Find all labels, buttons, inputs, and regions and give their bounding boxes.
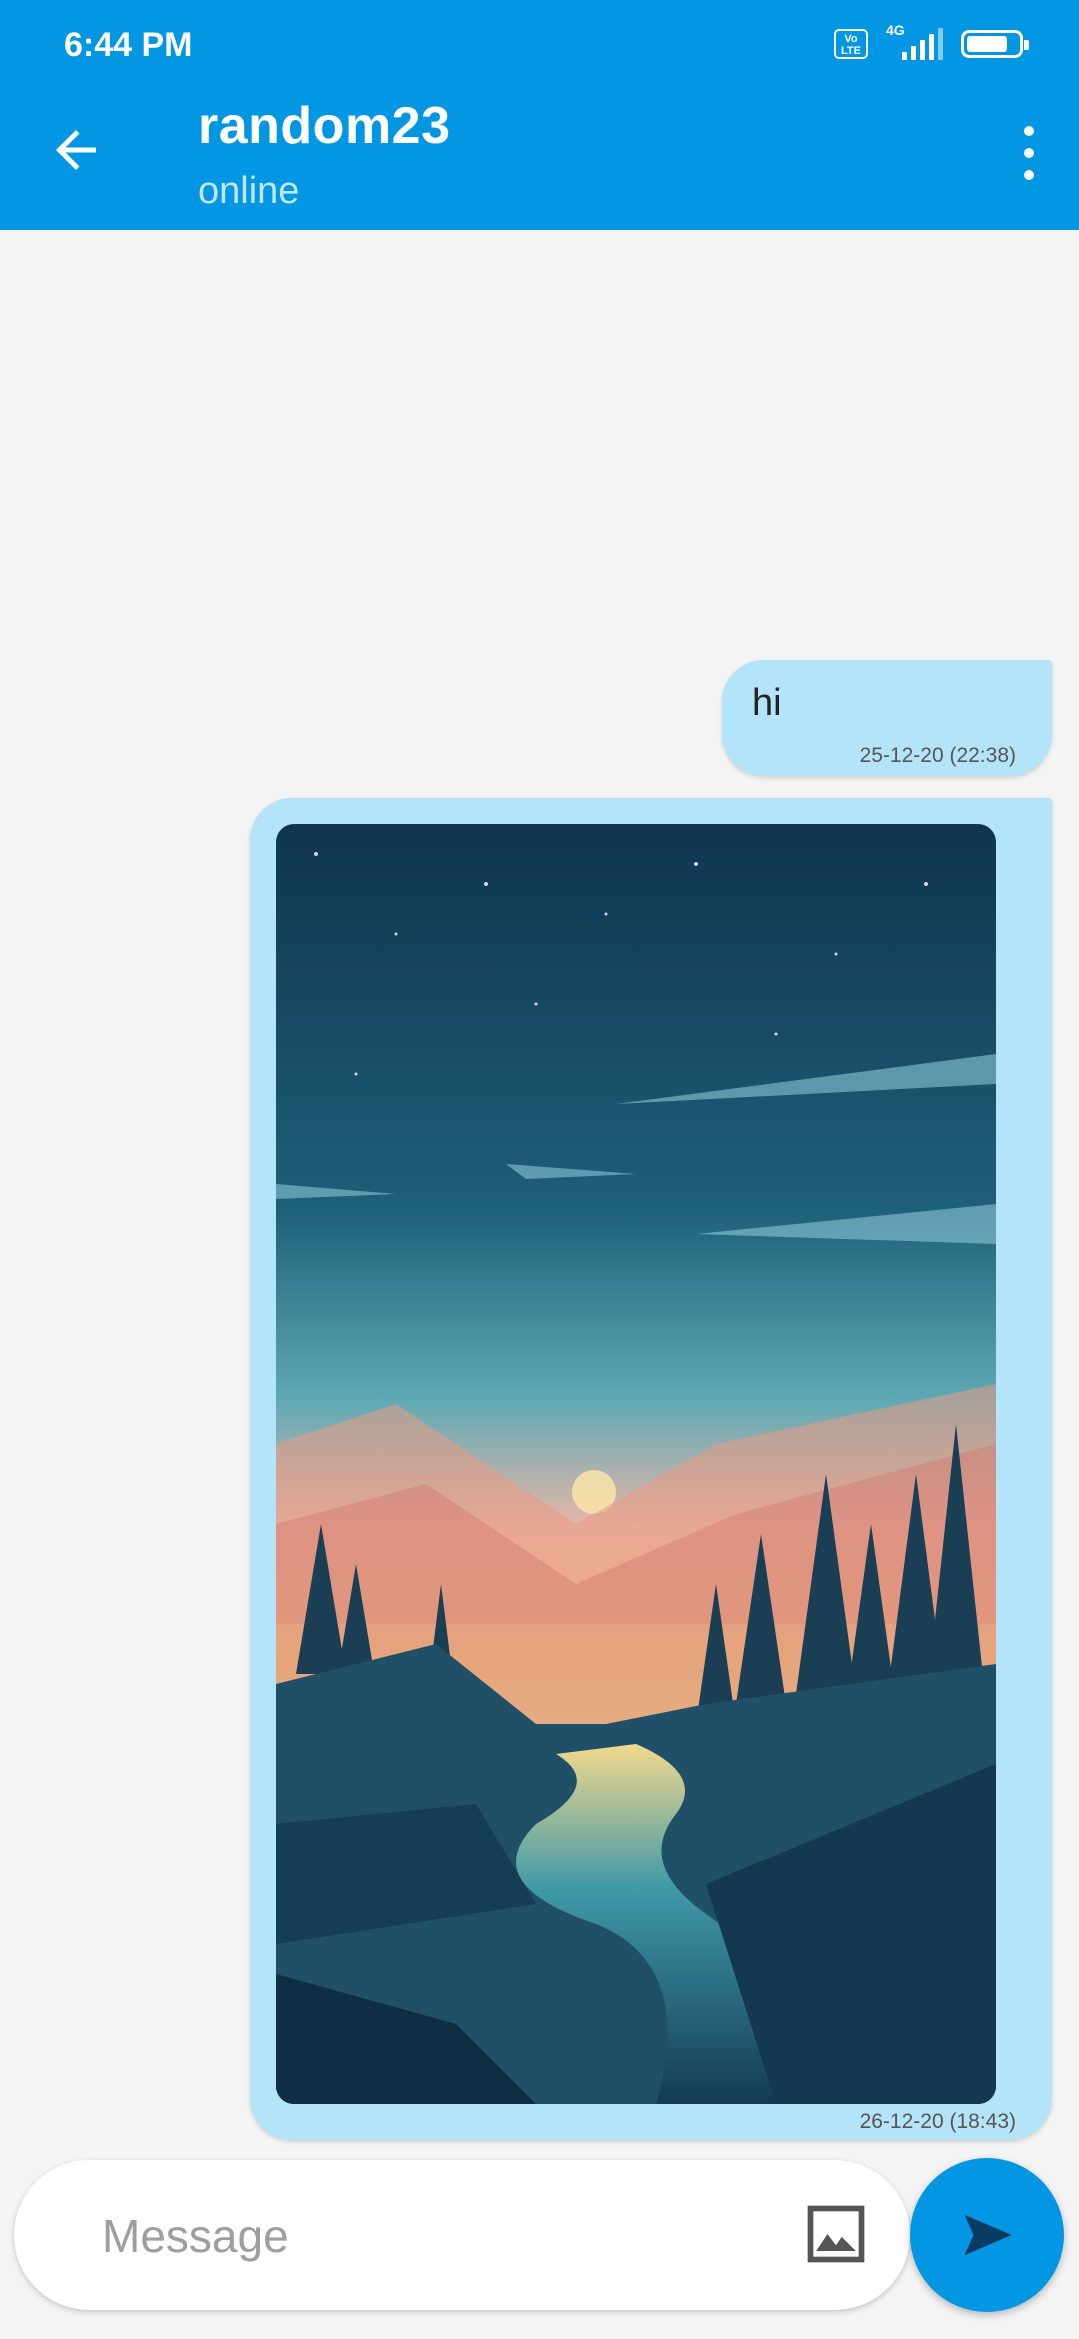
more-vert-icon[interactable] xyxy=(1019,126,1039,180)
message-text: hi xyxy=(752,682,782,724)
chat-status: online xyxy=(198,170,300,212)
message-composer xyxy=(14,2160,910,2310)
status-icons: Vo LTE 4G xyxy=(834,22,1029,60)
message-bubble-text[interactable]: hi 25-12-20 (22:38) xyxy=(722,660,1052,776)
message-timestamp: 26-12-20 (18:43) xyxy=(859,2110,1016,2133)
volte-icon: Vo LTE xyxy=(834,29,868,59)
message-input[interactable] xyxy=(100,2200,754,2272)
image-icon[interactable] xyxy=(802,2200,870,2268)
network-type: 4G xyxy=(886,22,905,38)
message-bubble-image[interactable]: 26-12-20 (18:43) xyxy=(250,798,1052,2140)
app-bar: 6:44 PM Vo LTE 4G random23 online xyxy=(0,0,1079,230)
send-icon xyxy=(964,2214,1012,2256)
message-timestamp: 25-12-20 (22:38) xyxy=(859,744,1016,767)
send-button[interactable] xyxy=(910,2158,1064,2312)
battery-icon xyxy=(961,30,1029,58)
signal-icon: 4G xyxy=(886,22,943,60)
status-time: 6:44 PM xyxy=(64,26,193,64)
arrow-left-icon[interactable] xyxy=(46,120,106,180)
landscape-photo[interactable] xyxy=(276,824,996,2104)
chat-title[interactable]: random23 xyxy=(198,96,451,156)
